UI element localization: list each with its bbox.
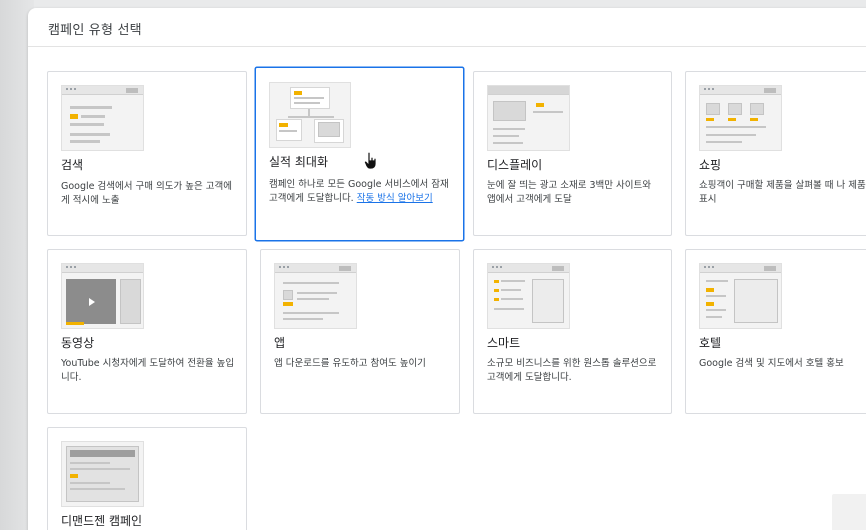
card-name: 쇼핑 bbox=[699, 158, 722, 172]
app-illustration bbox=[274, 263, 357, 329]
card-hotel[interactable]: 호텔 Google 검색 및 지도에서 호텔 홍보 bbox=[685, 249, 866, 414]
card-description: Google 검색에서 구매 의도가 높은 고객에게 적시에 노출 bbox=[61, 181, 232, 206]
card-name: 호텔 bbox=[699, 336, 722, 350]
corner-overlay bbox=[832, 494, 866, 530]
card-search[interactable]: 검색 Google 검색에서 구매 의도가 높은 고객에게 적시에 노출 bbox=[47, 71, 247, 236]
card-description: Google 검색 및 지도에서 호텔 홍보 bbox=[699, 358, 844, 369]
hotel-illustration bbox=[699, 263, 782, 329]
card-name: 디맨드젠 캠페인 bbox=[61, 514, 143, 528]
card-name: 디스플레이 bbox=[487, 158, 543, 172]
card-name: 동영상 bbox=[61, 336, 95, 350]
card-name: 검색 bbox=[61, 158, 84, 172]
card-demand-gen[interactable]: 디맨드젠 캠페인 bbox=[47, 427, 247, 530]
card-video[interactable]: 동영상 YouTube 시청자에게 도달하여 전환율 높입니다. bbox=[47, 249, 247, 414]
hand-pointer-cursor-icon bbox=[364, 152, 377, 170]
performance-max-illustration bbox=[269, 82, 351, 148]
card-description: 앱 다운로드를 유도하고 참여도 높이기 bbox=[274, 358, 426, 369]
card-smart[interactable]: 스마트 소규모 비즈니스를 위한 원스톱 솔루션으로 고객에게 도달합니다. bbox=[473, 249, 672, 414]
card-shopping[interactable]: 쇼핑 쇼핑객이 구매할 제품을 살펴볼 때 나 제품 표시 bbox=[685, 71, 866, 236]
learn-more-link[interactable]: 작동 방식 알아보기 bbox=[357, 193, 433, 204]
card-description: 캠페인 하나로 모든 Google 서비스에서 잠재고객에게 도달합니다. 작동… bbox=[269, 178, 453, 206]
card-description: 쇼핑객이 구매할 제품을 살펴볼 때 나 제품 표시 bbox=[699, 180, 866, 205]
card-app[interactable]: 앱 앱 다운로드를 유도하고 참여도 높이기 bbox=[260, 249, 460, 414]
smart-illustration bbox=[487, 263, 570, 329]
video-illustration bbox=[61, 263, 144, 329]
header-divider bbox=[28, 46, 866, 47]
card-display[interactable]: 디스플레이 눈에 잘 띄는 광고 소재로 3백만 사이트와 앱에서 고객에게 도… bbox=[473, 71, 672, 236]
card-name: 스마트 bbox=[487, 336, 521, 350]
page-title: 캠페인 유형 선택 bbox=[48, 23, 142, 38]
card-description: 소규모 비즈니스를 위한 원스톱 솔루션으로 고객에게 도달합니다. bbox=[487, 358, 657, 383]
shopping-illustration bbox=[699, 85, 782, 151]
demand-gen-illustration bbox=[61, 441, 144, 507]
search-illustration bbox=[61, 85, 144, 151]
play-icon bbox=[89, 298, 95, 306]
card-description: YouTube 시청자에게 도달하여 전환율 높입니다. bbox=[61, 358, 235, 383]
display-illustration bbox=[487, 85, 570, 151]
card-name: 실적 최대화 bbox=[269, 155, 329, 169]
card-description: 눈에 잘 띄는 광고 소재로 3백만 사이트와 앱에서 고객에게 도달 bbox=[487, 180, 652, 205]
card-name: 앱 bbox=[274, 336, 286, 350]
card-performance-max[interactable]: 실적 최대화 캠페인 하나로 모든 Google 서비스에서 잠재고객에게 도달… bbox=[255, 67, 464, 241]
